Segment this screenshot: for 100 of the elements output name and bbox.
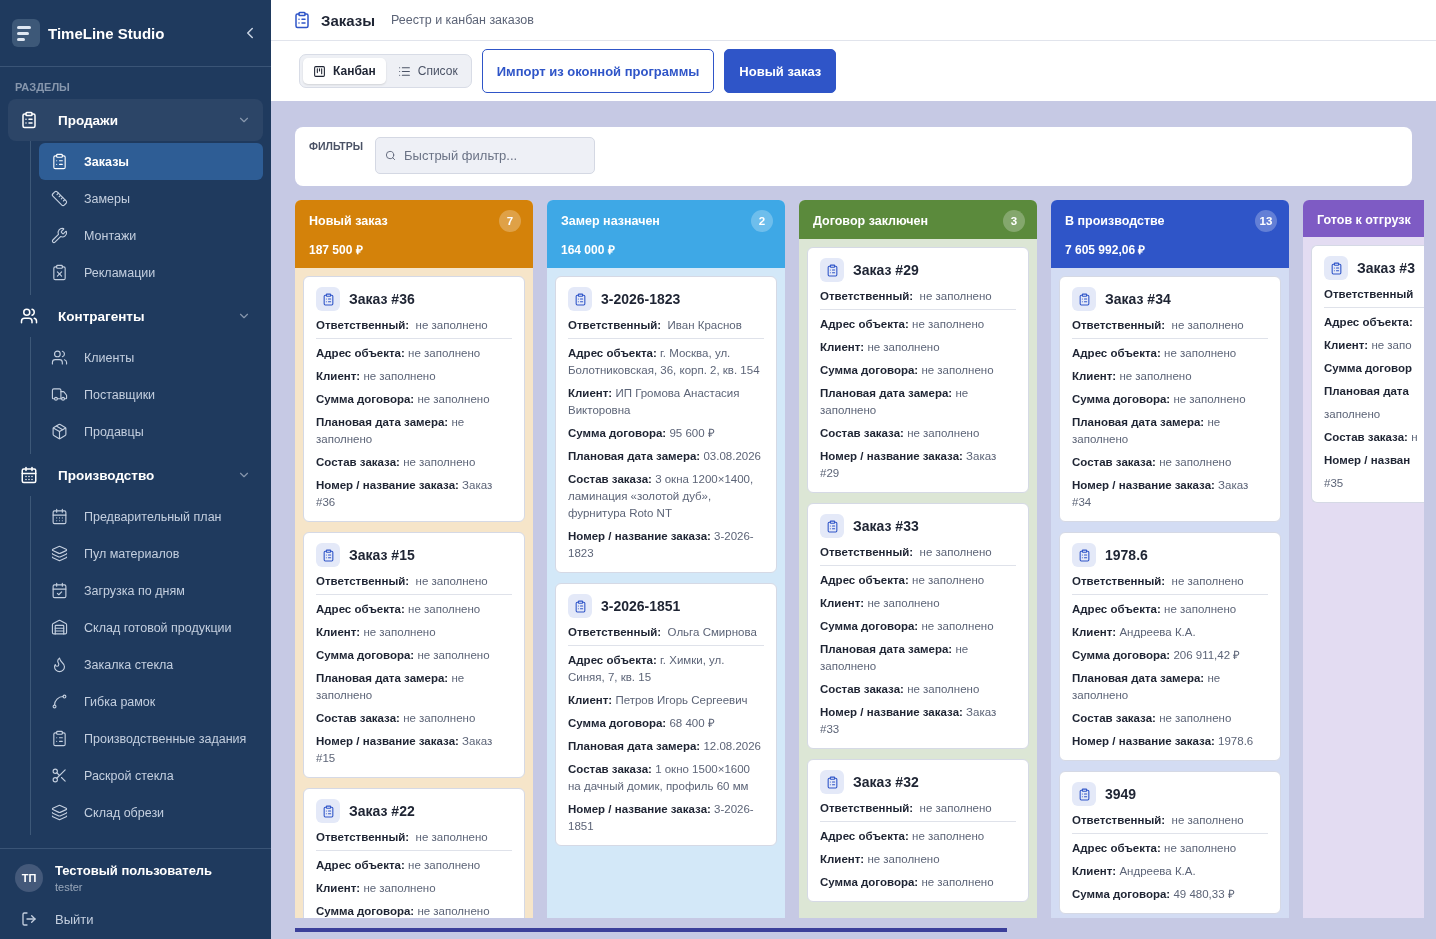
card-title: 1978.6 [1105, 547, 1148, 563]
nav-item[interactable]: Гибка рамок [39, 683, 263, 720]
card-field: Состав заказа: не заполнено [820, 681, 1016, 698]
nav-item[interactable]: Замеры [39, 180, 263, 217]
clipboard-icon [316, 799, 340, 823]
card-field: Адрес объекта: не заполнено [1072, 601, 1268, 618]
nav-icon [51, 619, 68, 636]
nav-item[interactable]: Монтажи [39, 217, 263, 254]
nav-item[interactable]: Пул материалов [39, 535, 263, 572]
nav-group[interactable]: Производство [8, 454, 263, 496]
nav-item[interactable]: Склад готовой продукции [39, 609, 263, 646]
order-card[interactable] [1059, 276, 1281, 522]
nav-item[interactable]: Клиенты [39, 339, 263, 376]
search-field[interactable]: Быстрый фильтр... [375, 137, 596, 174]
card-field: Ответственный: не заполнено [316, 831, 512, 851]
count-badge: 13 [1255, 210, 1277, 232]
nav-icon [51, 190, 68, 207]
card-title: Заказ #34 [1105, 291, 1171, 307]
nav-item[interactable]: Склад обрези [39, 794, 263, 831]
count-badge: 2 [751, 210, 773, 232]
card-field: Ответственный: не заполнено [820, 290, 1016, 310]
nav-icon [51, 423, 68, 440]
order-card[interactable] [1059, 532, 1281, 761]
card-field: Клиент: не заполнено [820, 339, 1016, 356]
order-card[interactable]: 3949 Ответственный: не заполнено Адрес объекта: не заполнено Клиент: Андреева К.А. Сумма договора: 49 480,33 ₽ [1059, 771, 1281, 914]
clipboard-icon [1072, 543, 1096, 567]
card-field: Ответственный: не заполнено [820, 802, 1016, 822]
card-field: Клиент: Петров Игорь Сергеевич [568, 692, 764, 709]
nav-item[interactable]: Рекламации [39, 254, 263, 291]
card-field: Состав заказа: не заполнено [316, 710, 512, 727]
nav-group[interactable]: Продажи [8, 99, 263, 141]
order-card[interactable]: Заказ #3 Ответственный Адрес объекта: Клиент: не запо Сумма договор Плановая дата заполнено Состав заказа: н Номер / назван #35 [1311, 245, 1424, 503]
nav-icon [51, 730, 68, 747]
group-icon [20, 307, 38, 325]
clipboard-icon [568, 287, 592, 311]
card-title: Заказ #36 [349, 291, 415, 307]
column-title: В производстве [1065, 214, 1165, 228]
card-field: Сумма договора: 206 911,42 ₽ [1072, 647, 1268, 664]
column-total: 7 605 992,06 ₽ [1065, 242, 1147, 258]
new-order-button[interactable]: Новый заказ [724, 49, 837, 93]
card-field: Плановая дата замера: не заполнено [1072, 670, 1268, 704]
card-field: Адрес объекта: не заполнено [316, 857, 512, 874]
logo-icon [12, 19, 40, 47]
nav-item[interactable]: Заказы [39, 143, 263, 180]
card-title: 3-2026-1823 [601, 291, 681, 307]
view-tab[interactable]: Список [387, 58, 468, 84]
card-field: Адрес объекта: г. Химки, ул. Синяя, 7, кв. 15 [568, 652, 764, 686]
card-field: Клиент: не заполнено [316, 624, 512, 641]
card-field: Клиент: ИП Громова Анастасия Викторовна [568, 385, 764, 419]
nav-group[interactable]: Контрагенты [8, 295, 263, 337]
section-label: РАЗДЕЛЫ [14, 80, 71, 95]
card-field: Плановая дата замера: 03.08.2026 [568, 448, 764, 465]
card-title: 3949 [1105, 786, 1137, 802]
order-card[interactable] [555, 583, 777, 846]
logout-link[interactable]: Выйти [15, 911, 256, 927]
card-field: Ответственный: не заполнено [316, 575, 512, 595]
order-card[interactable] [807, 503, 1029, 749]
page-title: Заказы [321, 11, 376, 29]
card-field: Номер / название заказа: Заказ #33 [820, 704, 1016, 738]
order-card[interactable]: Заказ #22 Ответственный: не заполнено Адрес объекта: не заполнено Клиент: не заполнено Сумма договора: не заполнено [303, 788, 525, 918]
card-field: Номер / название заказа: Заказ #29 [820, 448, 1016, 482]
card-field: Ответственный: не заполнено [1072, 319, 1268, 339]
clipboard-icon [316, 543, 340, 567]
card-field: Плановая дата замера: не заполнено [316, 414, 512, 448]
nav-item[interactable]: Производственные задания [39, 720, 263, 757]
card-field: Номер / название заказа: Заказ #36 [316, 477, 512, 511]
card-title: 3-2026-1851 [601, 598, 681, 614]
nav-item[interactable]: Предварительный план [39, 498, 263, 535]
card-field: Клиент: не заполнено [820, 595, 1016, 612]
card-field: Клиент: не заполнено [820, 851, 1016, 868]
order-card[interactable] [303, 276, 525, 522]
column-title: Новый заказ [309, 214, 388, 228]
card-field: Ответственный: Ольга Смирнова [568, 626, 764, 646]
card-field: Номер / название заказа: 3-2026-1823 [568, 528, 764, 562]
view-tab[interactable]: Канбан [303, 58, 386, 84]
order-card[interactable] [807, 247, 1029, 493]
search-icon [385, 150, 397, 161]
order-card[interactable] [555, 276, 777, 573]
clipboard-icon [820, 514, 844, 538]
card-field: заполнено [1324, 406, 1424, 423]
nav-item[interactable]: Поставщики [39, 376, 263, 413]
order-card[interactable]: Заказ #32 Ответственный: не заполнено Адрес объекта: не заполнено Клиент: не заполнено Сумма договора: не заполнено [807, 759, 1029, 902]
card-field: Клиент: не заполнено [1072, 368, 1268, 385]
clipboard-icon [1324, 256, 1348, 280]
nav-item[interactable]: Раскрой стекла [39, 757, 263, 794]
import-button[interactable]: Импорт из оконной программы [481, 49, 715, 93]
count-badge: 3 [1003, 210, 1025, 232]
card-field: Плановая дата замера: 12.08.2026 [568, 738, 764, 755]
card-field: Ответственный: не заполнено [1072, 814, 1268, 834]
card-field: Клиент: не заполнено [316, 880, 512, 897]
nav-item[interactable]: Продавцы [39, 413, 263, 450]
order-card[interactable] [303, 532, 525, 778]
card-field: Адрес объекта: не заполнено [820, 572, 1016, 589]
card-field: Плановая дата [1324, 383, 1424, 400]
card-field: Сумма договора: не заполнено [820, 874, 1016, 891]
nav-item[interactable]: Закалка стекла [39, 646, 263, 683]
nav-item[interactable]: Загрузка по дням [39, 572, 263, 609]
clipboard-icon [1072, 287, 1096, 311]
card-field: Сумма договора: 68 400 ₽ [568, 715, 764, 732]
page-subtitle: Реестр и канбан заказов [391, 13, 534, 27]
